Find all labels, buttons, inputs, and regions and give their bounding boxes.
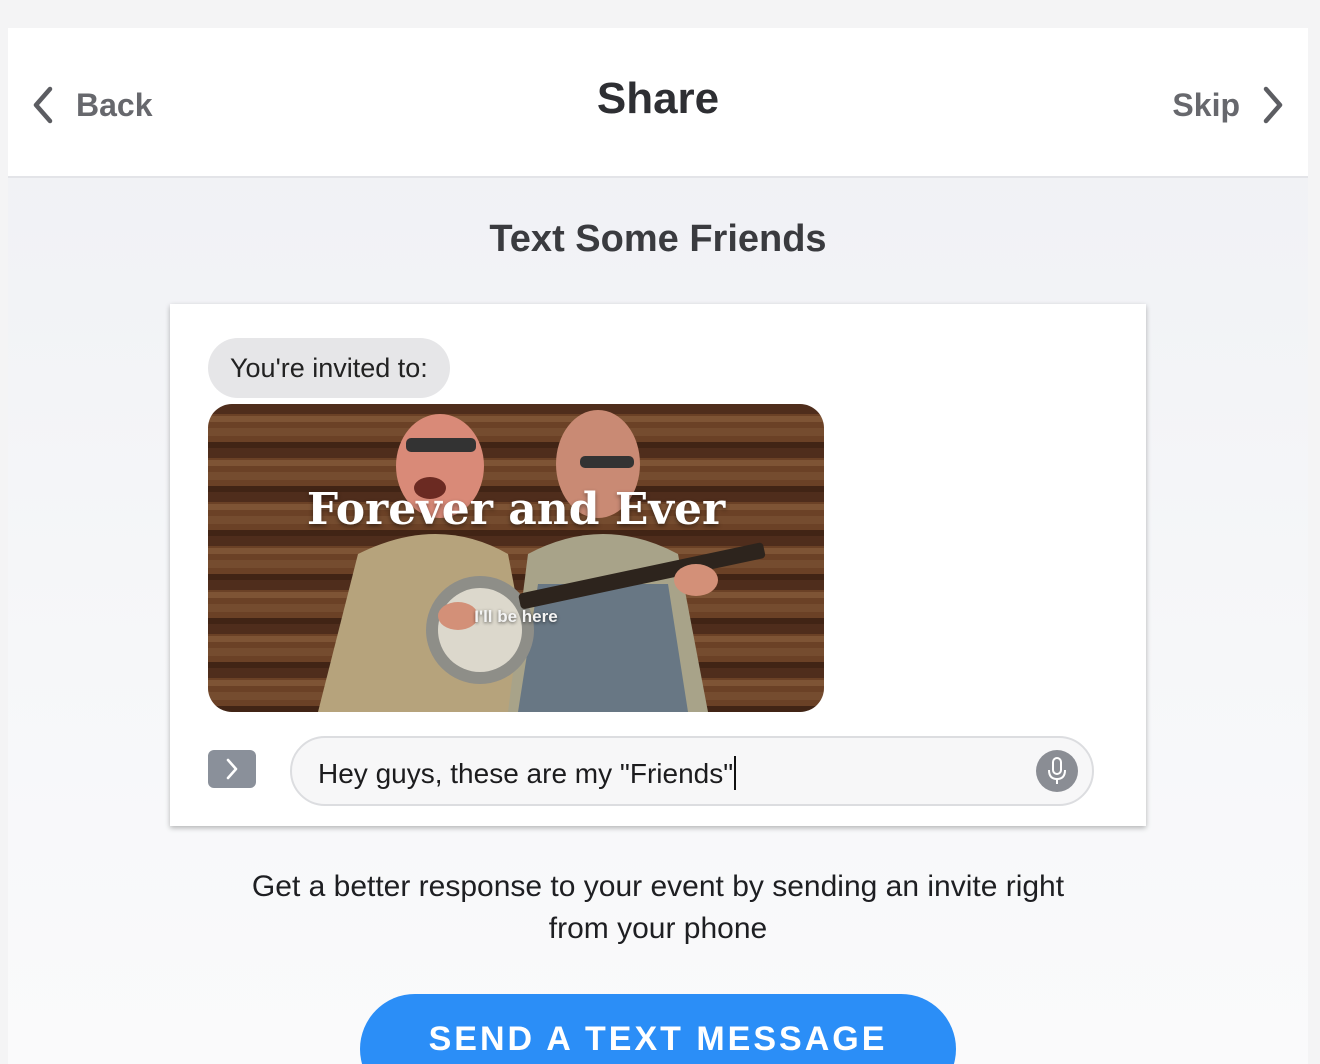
skip-label: Skip xyxy=(1172,86,1240,123)
info-line-1: Get a better response to your event by s… xyxy=(251,870,1065,903)
send-text-message-button[interactable]: SEND A TEXT MESSAGE xyxy=(360,994,956,1064)
invite-bubble-text: You're invited to: xyxy=(230,352,428,383)
info-line-2: from your phone xyxy=(548,912,768,945)
send-text-message-label: SEND A TEXT MESSAGE xyxy=(428,1020,888,1058)
share-page: Back Share Skip Text Some Friends You're… xyxy=(8,28,1308,1064)
skip-button[interactable]: Skip xyxy=(1172,83,1286,127)
message-preview-card: You're invited to: Forever and Ever I'll… xyxy=(170,304,1146,826)
message-input[interactable]: Hey guys, these are my "Friends" xyxy=(290,736,1094,806)
expand-chevron-icon xyxy=(226,758,238,780)
text-caret xyxy=(734,756,737,790)
info-text: Get a better response to your event by s… xyxy=(8,866,1308,950)
message-input-text: Hey guys, these are my "Friends" xyxy=(318,756,737,790)
invite-bubble: You're invited to: xyxy=(208,338,450,398)
message-input-value: Hey guys, these are my "Friends" xyxy=(318,758,734,789)
microphone-button[interactable] xyxy=(1036,750,1078,792)
event-subtitle: I'll be here xyxy=(474,607,558,626)
chevron-right-icon xyxy=(1263,86,1283,124)
event-image: Forever and Ever I'll be here xyxy=(208,404,824,712)
header-bar: Back Share Skip xyxy=(8,28,1308,178)
expand-apps-button[interactable] xyxy=(208,750,256,788)
page-title: Share xyxy=(596,74,720,123)
microphone-icon xyxy=(1048,757,1066,784)
event-photo-graphic xyxy=(208,404,824,712)
event-title: Forever and Ever xyxy=(306,484,726,535)
section-heading: Text Some Friends xyxy=(489,218,827,260)
